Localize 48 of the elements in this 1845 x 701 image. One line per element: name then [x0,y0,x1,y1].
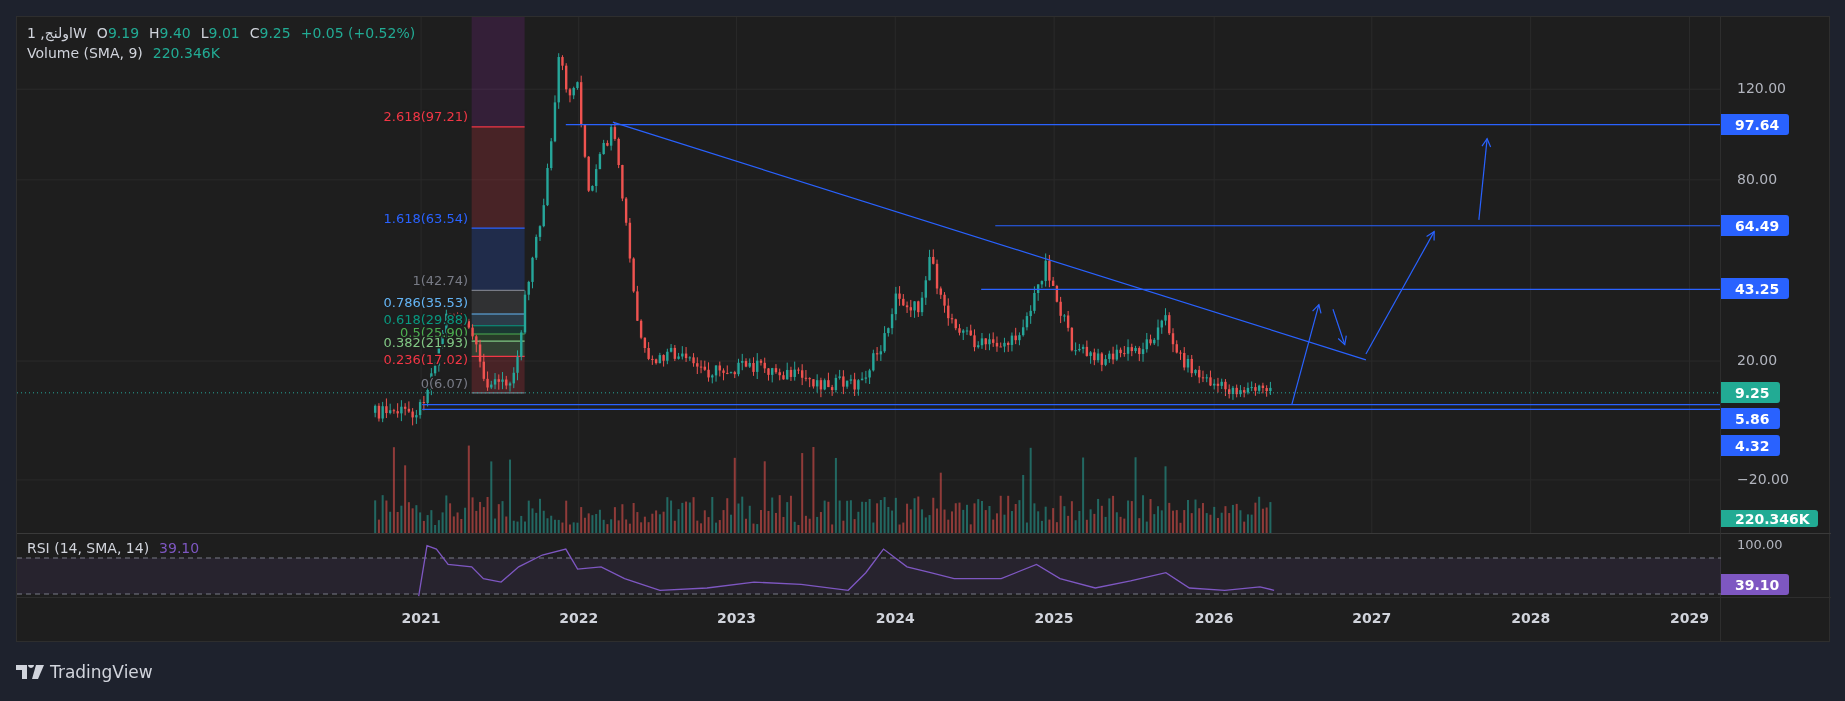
price-change: +0.05 (+0.52%) [300,25,416,41]
fib-level-label: 2.618(97.21) [383,109,469,125]
price-badge: 97.64 [1721,113,1790,135]
indicator-label[interactable]: Volume (SMA, 9) [27,45,143,61]
arrow[interactable] [1332,308,1347,346]
horizontal-line[interactable] [980,288,1720,290]
price-badge: 64.49 [1721,214,1790,236]
price-badge: 9.25 [1721,381,1780,403]
logo-icon [16,665,44,679]
fib-level-label: 0.786(35.53) [383,295,469,311]
indicator-value: 220.346K [152,45,220,61]
price-badge: 5.86 [1721,407,1780,429]
horizontal-line[interactable] [565,123,1720,126]
price-tick: −20.00 [1737,470,1789,487]
indicator-label[interactable]: RSI (14, SMA, 14) [27,540,150,556]
time-label: 2024 [875,610,916,626]
rsi-tick: 100.00 [1737,537,1783,552]
horizontal-line[interactable] [994,225,1720,227]
rsi-badge: 39.10 [1721,574,1790,595]
indicator-value: 39.10 [159,540,200,556]
time-label: 2029 [1669,610,1710,626]
arrow[interactable] [1365,230,1435,355]
time-label: 2026 [1194,610,1235,626]
time-label: 2022 [558,610,599,626]
arrow[interactable] [1291,303,1322,406]
price-tick: 80.00 [1737,170,1778,187]
horizontal-line[interactable] [421,408,1720,410]
trend-line[interactable] [612,121,1367,361]
price-tick: 120.00 [1737,80,1786,97]
brand-name[interactable]: TradingView [50,662,153,682]
price-badge: 43.25 [1721,278,1790,300]
time-label: 2027 [1351,610,1392,626]
time-label: 2021 [401,610,442,626]
price-tick: 20.00 [1737,352,1778,369]
fib-level-label: 1(42.74) [412,272,469,288]
ohlc-value: L9.01 [200,25,240,41]
horizontal-line[interactable] [421,404,1720,406]
arrow[interactable] [1478,137,1492,221]
time-label: 2028 [1510,610,1551,626]
fib-level-label: 1.618(63.54) [383,210,469,226]
ohlc-value: O9.19 [96,25,140,41]
symbol-label[interactable]: 1 ,اولنجW [27,25,87,41]
time-label: 2025 [1034,610,1075,626]
ohlc-value: H9.40 [149,25,191,41]
time-label: 2023 [716,610,757,626]
volume-badge: 220.346K [1721,510,1818,527]
ohlc-value: C9.25 [249,25,291,41]
price-badge: 4.32 [1721,434,1780,456]
